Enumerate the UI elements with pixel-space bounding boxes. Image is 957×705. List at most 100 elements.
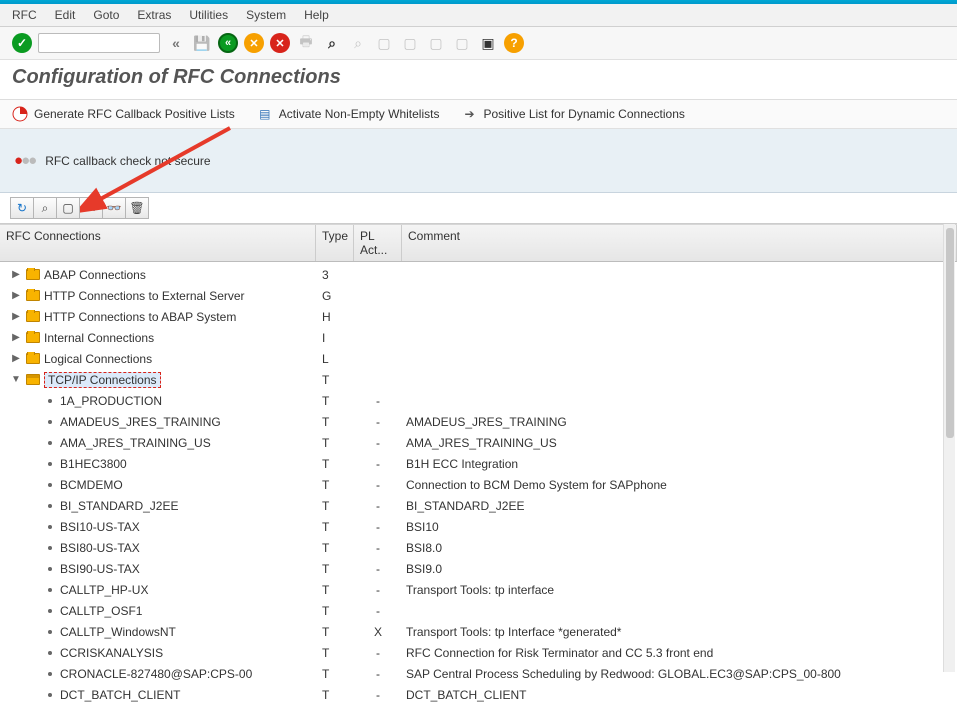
find-next-icon: ⌕ (348, 33, 368, 53)
comment-cell: BSI8.0 (402, 541, 957, 555)
plact-cell: - (354, 394, 402, 408)
type-cell: T (316, 436, 354, 450)
message-bar: ●●● RFC callback check not secure (0, 129, 957, 193)
comment-cell: Transport Tools: tp Interface *generated… (402, 625, 957, 639)
col-type[interactable]: Type (316, 225, 354, 261)
back-icon[interactable]: « (218, 33, 238, 53)
enter-icon[interactable]: ✓ (12, 33, 32, 53)
menu-system[interactable]: System (246, 8, 286, 22)
menu-help[interactable]: Help (304, 8, 329, 22)
type-cell: T (316, 499, 354, 513)
type-cell: L (316, 352, 354, 366)
leaf-label: BCMDEMO (60, 478, 123, 492)
bullet-icon (48, 420, 52, 424)
prev-page-icon: ▢ (400, 33, 420, 53)
plact-cell: X (354, 625, 402, 639)
print-icon: 🖶 (296, 33, 316, 53)
expand-icon[interactable]: ▶ (10, 332, 22, 343)
plact-cell: - (354, 541, 402, 555)
main-toolbar: ✓ « 💾 « ✕ ✕ 🖶 ⌕ ⌕ ▢ ▢ ▢ ▢ ▣ ? (0, 27, 957, 60)
tree-leaf[interactable]: CALLTP_WindowsNTTXTransport Tools: tp In… (10, 621, 957, 642)
tree-leaf[interactable]: 1A_PRODUCTIONT- (10, 390, 957, 411)
tree-folder[interactable]: ▶HTTP Connections to ABAP SystemH (10, 306, 957, 327)
tree-leaf[interactable]: B1HEC3800T-B1H ECC Integration (10, 453, 957, 474)
tree-leaf[interactable]: AMA_JRES_TRAINING_UST-AMA_JRES_TRAINING_… (10, 432, 957, 453)
expand-icon[interactable]: ▶ (10, 269, 22, 280)
tree-folder[interactable]: ▶HTTP Connections to External ServerG (10, 285, 957, 306)
leaf-label: BSI10-US-TAX (60, 520, 140, 534)
comment-cell: DCT_BATCH_CLIENT (402, 688, 957, 702)
tree-leaf[interactable]: BSI10-US-TAXT-BSI10 (10, 516, 957, 537)
scrollbar[interactable] (943, 224, 955, 672)
menu-rfc[interactable]: RFC (12, 8, 37, 22)
refresh-button[interactable]: ↻ (10, 197, 34, 219)
leaf-label: CCRISKANALYSIS (60, 646, 163, 660)
type-cell: G (316, 289, 354, 303)
find-icon[interactable]: ⌕ (322, 33, 342, 53)
tree-folder[interactable]: ▶Logical ConnectionsL (10, 348, 957, 369)
type-cell: T (316, 562, 354, 576)
bullet-icon (48, 567, 52, 571)
list-check-icon: ▤ (257, 106, 273, 122)
folder-label-selected: TCP/IP Connections (44, 372, 161, 388)
plact-cell: - (354, 688, 402, 702)
collapse-icon[interactable]: ▼ (10, 374, 22, 385)
leaf-label: CALLTP_OSF1 (60, 604, 142, 618)
comment-cell: BSI10 (402, 520, 957, 534)
delete-button[interactable]: 🗑 (125, 197, 149, 219)
menu-goto[interactable]: Goto (93, 8, 119, 22)
positive-list-button[interactable]: ➔ Positive List for Dynamic Connections (461, 106, 684, 122)
tree-grid[interactable]: ▶ABAP Connections3▶HTTP Connections to E… (0, 262, 957, 705)
comment-cell: Transport Tools: tp interface (402, 583, 957, 597)
tree-leaf[interactable]: BSI80-US-TAXT-BSI8.0 (10, 537, 957, 558)
cancel-icon[interactable]: ✕ (270, 33, 290, 53)
expand-icon[interactable]: ▶ (10, 353, 22, 364)
type-cell: T (316, 478, 354, 492)
action-bar: Generate RFC Callback Positive Lists ▤ A… (0, 100, 957, 129)
type-cell: T (316, 604, 354, 618)
save-icon: 💾 (192, 33, 212, 53)
menu-extras[interactable]: Extras (137, 8, 171, 22)
tree-leaf[interactable]: BI_STANDARD_J2EET-BI_STANDARD_J2EE (10, 495, 957, 516)
comment-cell: Connection to BCM Demo System for SAPpho… (402, 478, 957, 492)
menu-utilities[interactable]: Utilities (189, 8, 228, 22)
activate-whitelists-button[interactable]: ▤ Activate Non-Empty Whitelists (257, 106, 440, 122)
exit-icon[interactable]: ✕ (244, 33, 264, 53)
command-field[interactable] (38, 33, 160, 53)
expand-icon[interactable]: ▶ (10, 311, 22, 322)
glasses-button[interactable]: 👓 (102, 197, 126, 219)
type-cell: T (316, 394, 354, 408)
new-session-icon[interactable]: ▣ (478, 33, 498, 53)
help-icon[interactable]: ? (504, 33, 524, 53)
tree-leaf[interactable]: BSI90-US-TAXT-BSI9.0 (10, 558, 957, 579)
scrollbar-thumb[interactable] (946, 228, 954, 438)
folder-icon (26, 353, 40, 364)
generate-callback-button[interactable]: Generate RFC Callback Positive Lists (12, 106, 235, 122)
folder-icon (26, 290, 40, 301)
tree-folder[interactable]: ▶ABAP Connections3 (10, 264, 957, 285)
col-plact[interactable]: PL Act... (354, 225, 402, 261)
tree-leaf[interactable]: BCMDEMOT-Connection to BCM Demo System f… (10, 474, 957, 495)
history-chevron-icon[interactable]: « (166, 33, 186, 53)
plact-cell: - (354, 583, 402, 597)
tree-leaf[interactable]: CALLTP_HP-UXT-Transport Tools: tp interf… (10, 579, 957, 600)
col-name[interactable]: RFC Connections (0, 225, 316, 261)
type-cell: T (316, 688, 354, 702)
plact-cell: - (354, 604, 402, 618)
col-comment[interactable]: Comment (402, 225, 957, 261)
tree-leaf[interactable]: AMADEUS_JRES_TRAININGT-AMADEUS_JRES_TRAI… (10, 411, 957, 432)
edit-button[interactable]: ✎ (79, 197, 103, 219)
expand-icon[interactable]: ▶ (10, 290, 22, 301)
create-button[interactable]: ▢ (56, 197, 80, 219)
tree-leaf[interactable]: DCT_BATCH_CLIENTT-DCT_BATCH_CLIENT (10, 684, 957, 705)
menu-edit[interactable]: Edit (55, 8, 76, 22)
tree-folder[interactable]: ▶Internal ConnectionsI (10, 327, 957, 348)
bullet-icon (48, 462, 52, 466)
plact-cell: - (354, 562, 402, 576)
bullet-icon (48, 630, 52, 634)
tree-leaf[interactable]: CCRISKANALYSIST-RFC Connection for Risk … (10, 642, 957, 663)
find-button[interactable]: ⌕ (33, 197, 57, 219)
tree-leaf[interactable]: CALLTP_OSF1 T- (10, 600, 957, 621)
tree-folder-open[interactable]: ▼TCP/IP ConnectionsT (10, 369, 957, 390)
bullet-icon (48, 441, 52, 445)
